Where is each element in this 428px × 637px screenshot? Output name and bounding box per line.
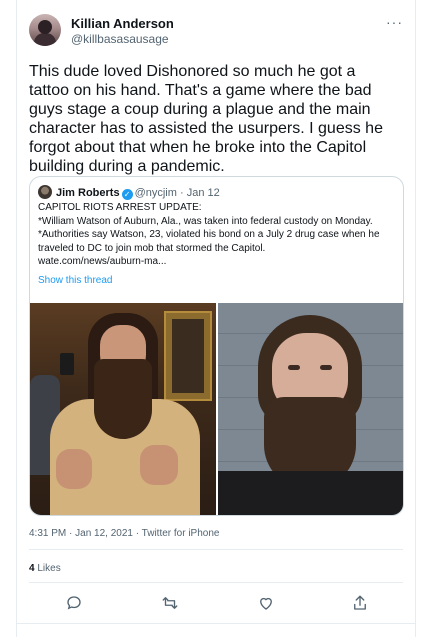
- author-name[interactable]: Killian Anderson: [71, 16, 174, 31]
- tweet-header: Killian Anderson @killbasasausage ···: [29, 14, 403, 50]
- author-handle[interactable]: @killbasasausage: [71, 32, 169, 46]
- bottom-divider: [17, 623, 415, 624]
- more-options-icon[interactable]: ···: [386, 14, 403, 30]
- tweet-card: Killian Anderson @killbasasausage ··· Th…: [16, 0, 416, 637]
- phone-shape: [60, 353, 74, 375]
- tweet-actions: [17, 594, 417, 614]
- quoted-media[interactable]: [30, 303, 403, 515]
- divider: [29, 582, 403, 583]
- photo-capitol[interactable]: [30, 303, 216, 515]
- quoted-line: *Authorities say Watson, 23, violated hi…: [38, 229, 380, 254]
- share-icon[interactable]: [351, 594, 371, 612]
- quoted-link[interactable]: wate.com/news/auburn-ma...: [38, 255, 398, 269]
- likes-label: Likes: [37, 563, 61, 574]
- verified-badge-icon: ✓: [121, 189, 133, 200]
- eye-shape: [320, 365, 332, 370]
- quoted-line: *William Watson of Auburn, Ala., was tak…: [38, 215, 373, 227]
- shirt-shape: [218, 471, 403, 515]
- quoted-author-handle: @nycjim: [134, 187, 177, 199]
- eye-shape: [288, 365, 300, 370]
- tweet-text: This dude loved Dishonored so much he go…: [29, 63, 383, 175]
- likes-count[interactable]: 4 Likes: [29, 563, 61, 574]
- quoted-date: · Jan 12: [179, 187, 220, 199]
- tweet-timestamp[interactable]: 4:31 PM · Jan 12, 2021 · Twitter for iPh…: [29, 528, 219, 539]
- quoted-text: CAPITOL RIOTS ARREST UPDATE: *William Wa…: [38, 201, 398, 287]
- hand-shape: [140, 445, 178, 485]
- author-avatar[interactable]: [29, 14, 61, 46]
- like-icon[interactable]: [257, 594, 277, 612]
- quoted-tweet[interactable]: Jim Roberts ✓ @nycjim · Jan 12 CAPITOL RIO…: [29, 176, 404, 516]
- photo-mugshot[interactable]: [218, 303, 403, 515]
- quoted-avatar: [38, 185, 52, 199]
- quoted-line: CAPITOL RIOTS ARREST UPDATE:: [38, 202, 202, 213]
- show-thread-link[interactable]: Show this thread: [38, 274, 398, 288]
- quoted-header: Jim Roberts ✓ @nycjim · Jan 12: [38, 185, 220, 201]
- divider: [29, 549, 403, 550]
- beard-shape: [94, 359, 152, 439]
- hand-shape: [56, 449, 92, 489]
- reply-icon[interactable]: [65, 594, 85, 612]
- retweet-icon[interactable]: [161, 594, 181, 612]
- painting-frame: [164, 311, 212, 401]
- likes-number: 4: [29, 563, 35, 574]
- quoted-author-name: Jim Roberts: [56, 187, 120, 199]
